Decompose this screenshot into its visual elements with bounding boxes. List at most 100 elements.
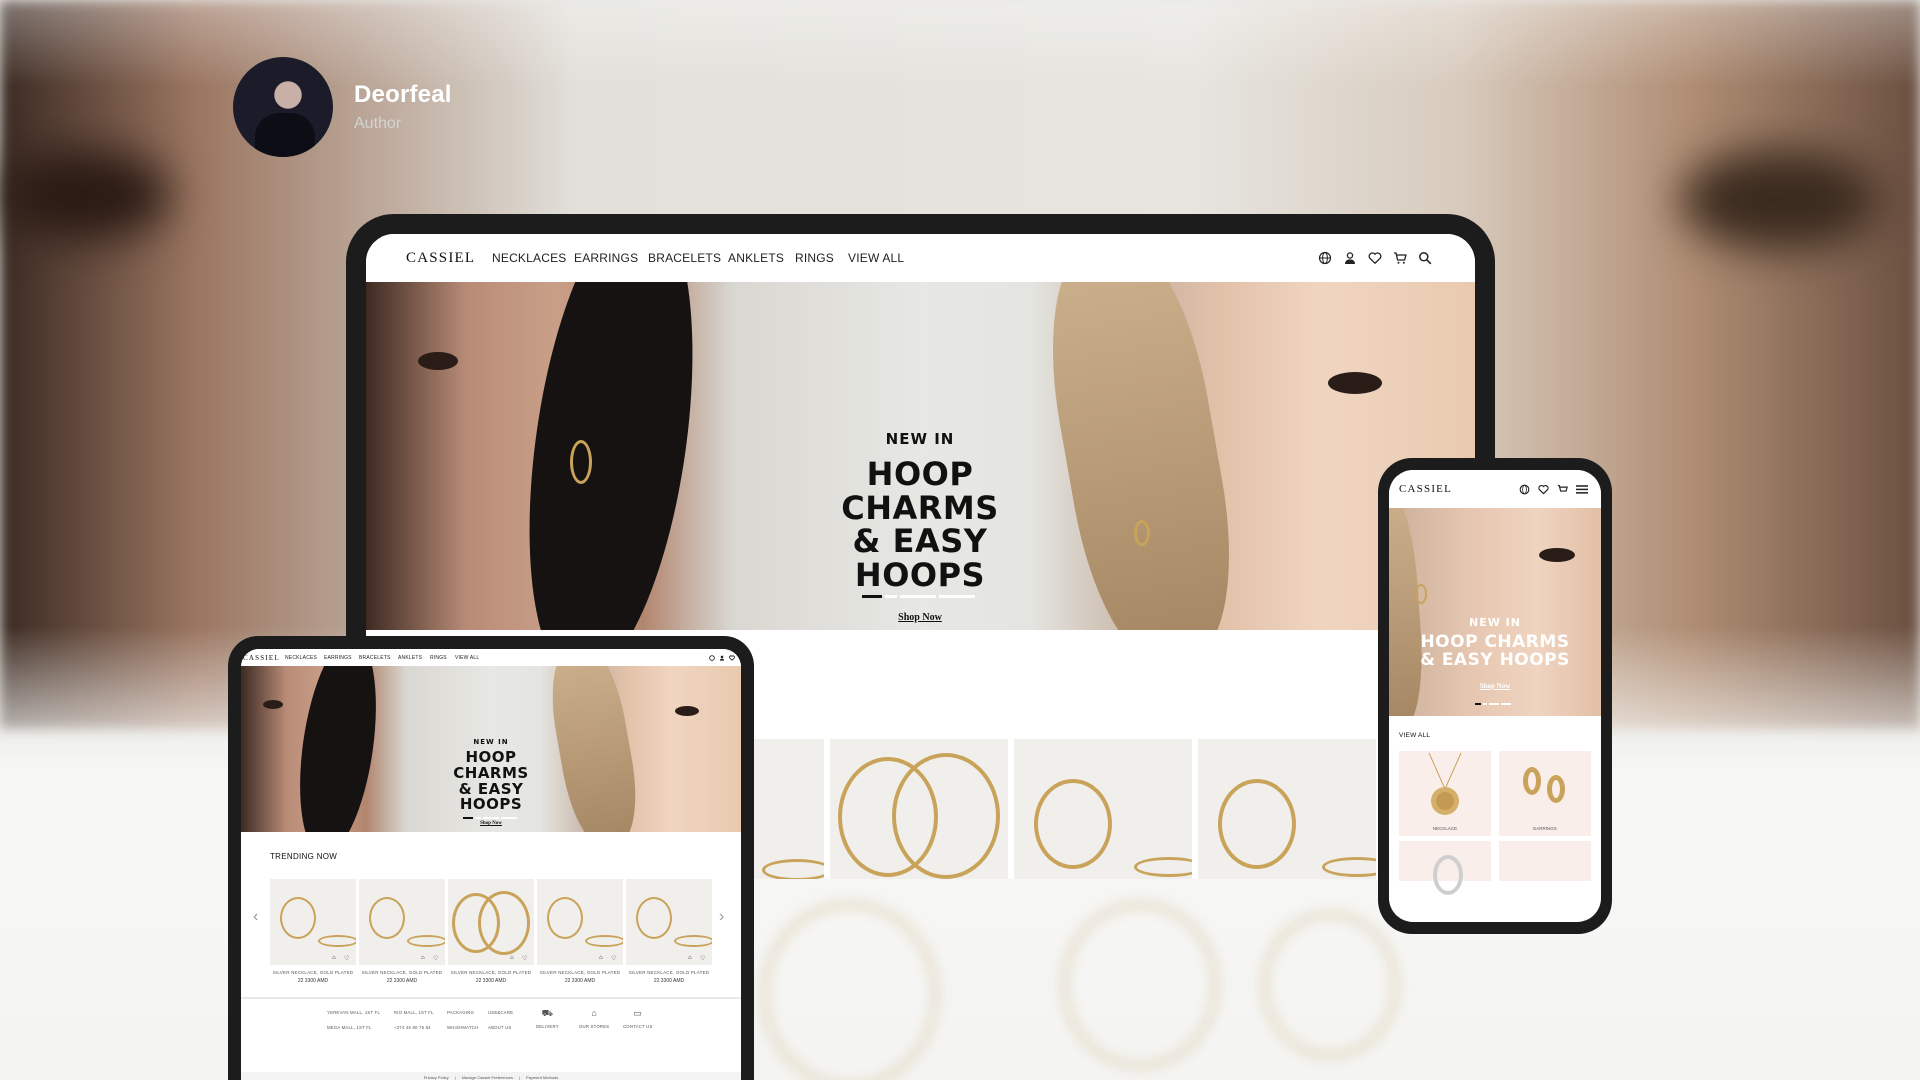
globe-icon[interactable] <box>1519 484 1530 495</box>
footer-contact[interactable]: ▭ CONTACT US <box>623 1008 653 1030</box>
slider-dot[interactable] <box>483 817 499 819</box>
heart-icon[interactable] <box>1538 484 1549 495</box>
heart-icon[interactable]: ♡ <box>611 955 616 962</box>
nav-item-necklaces[interactable]: NECKLACES <box>492 251 567 265</box>
hero-shop-now-link[interactable]: Shop Now <box>1415 682 1575 690</box>
nav-item-earrings[interactable]: EARRINGS <box>324 655 352 661</box>
cart-icon[interactable] <box>1393 251 1407 265</box>
footer-our-stores[interactable]: ⌂ OUR STORES <box>579 1009 609 1030</box>
product-card[interactable]: ⌂ ♡ SILVER NECKLACE, GOLD PLATED 22 3300… <box>270 879 356 984</box>
slider-dot[interactable] <box>862 595 882 598</box>
slider-dot[interactable] <box>939 595 975 598</box>
footer-legal-link[interactable]: Payment Methods <box>526 1075 558 1080</box>
search-icon[interactable] <box>1418 251 1432 265</box>
hero-title-line2: & EASY HOOPS <box>852 522 988 594</box>
nav-item-bracelets[interactable]: BRACELETS <box>648 251 721 265</box>
author-badge: Deorfeal Author <box>233 57 452 157</box>
cart-icon[interactable]: ⌂ <box>688 955 692 961</box>
cart-icon[interactable]: ⌂ <box>421 955 425 961</box>
product-card[interactable]: ⌂ ♡ SILVER NECKLACE, GOLD PLATED 22 3300… <box>359 879 445 984</box>
slider-dot[interactable] <box>475 817 481 819</box>
product-card[interactable]: ⌂ ♡ SILVER NECKLACE, GOLD PLATED 22 3300… <box>448 879 534 984</box>
brand-logo[interactable]: CASSIEL <box>1399 483 1452 495</box>
category-tile-necklace[interactable]: NECKLACE <box>1399 751 1491 836</box>
cart-icon[interactable]: ⌂ <box>332 955 336 961</box>
globe-icon[interactable] <box>1318 251 1332 265</box>
hero-banner: NEW IN HOOP CHARMS & EASY HOOPS Shop Now <box>1389 508 1601 716</box>
slider-dot[interactable] <box>1501 703 1511 705</box>
footer-store[interactable]: YEREVAN MALL, 1ST FL <box>327 1010 380 1015</box>
hero-model-hair-right <box>1030 282 1252 630</box>
slider-dot[interactable] <box>501 817 517 819</box>
footer-link[interactable]: PACKAGING <box>447 1010 478 1015</box>
hero-model-eye-right <box>1328 372 1382 394</box>
heart-icon[interactable] <box>729 654 735 661</box>
hero-model-hair-right <box>542 666 646 832</box>
slider-dot[interactable] <box>1483 703 1487 705</box>
view-all-label[interactable]: VIEW ALL <box>1399 732 1430 739</box>
heart-icon[interactable]: ♡ <box>522 955 527 962</box>
slider-dot[interactable] <box>463 817 473 819</box>
product-tile[interactable] <box>1198 739 1376 879</box>
product-card[interactable]: ⌂ ♡ SILVER NECKLACE, GOLD PLATED 22 3300… <box>537 879 623 984</box>
category-tile[interactable] <box>1399 841 1491 895</box>
heart-icon[interactable] <box>1368 251 1382 265</box>
product-name: SILVER NECKLACE, GOLD PLATED <box>272 970 354 975</box>
hero-shop-now-link[interactable]: Shop Now <box>426 821 556 826</box>
background-hoop-blur <box>1260 910 1400 1060</box>
nav-item-bracelets[interactable]: BRACELETS <box>359 655 391 661</box>
nav-item-anklets[interactable]: ANKLETS <box>398 655 422 661</box>
slider-dot[interactable] <box>885 595 897 598</box>
product-tile[interactable] <box>830 739 1008 879</box>
menu-icon[interactable] <box>1576 484 1588 495</box>
nav-item-view-all[interactable]: VIEW ALL <box>848 251 904 265</box>
slider-dot[interactable] <box>900 595 936 598</box>
carousel-next-button[interactable]: › <box>719 908 724 926</box>
nav-item-rings[interactable]: RINGS <box>795 251 834 265</box>
product-tile[interactable] <box>752 739 824 879</box>
footer-delivery[interactable]: ⛟ DELIVERY <box>536 1009 559 1030</box>
hero-text: NEW IN HOOP CHARMS & EASY HOOPS Shop Now <box>1415 616 1575 690</box>
footer-link[interactable]: ABOUT US <box>488 1025 513 1030</box>
footer-link[interactable]: USE&CARE <box>488 1010 513 1015</box>
footer-store[interactable]: RIO MALL, 1ST FL <box>394 1010 434 1015</box>
user-icon[interactable] <box>719 655 725 661</box>
footer-phone[interactable]: +374 45 80 75 84 <box>394 1025 434 1030</box>
heart-icon[interactable]: ♡ <box>433 955 438 962</box>
category-tile-earrings[interactable]: EARRINGS <box>1499 751 1591 836</box>
nav-item-rings[interactable]: RINGS <box>430 655 447 661</box>
footer-legal-link[interactable]: Manage Cassiel Preferences <box>462 1075 513 1080</box>
nav-item-earrings[interactable]: EARRINGS <box>574 251 638 265</box>
product-card[interactable]: ⌂ ♡ SILVER NECKLACE, GOLD PLATED 22 3300… <box>626 879 712 984</box>
hero-title-line1: HOOP CHARMS <box>453 748 529 782</box>
slider-dot[interactable] <box>1489 703 1499 705</box>
nav-item-necklaces[interactable]: NECKLACES <box>285 655 317 661</box>
footer-store[interactable]: MEGA MALL, 1ST FL <box>327 1025 380 1030</box>
cart-icon[interactable] <box>1557 484 1568 495</box>
hero-shop-now-link[interactable]: Shop Now <box>790 612 1050 623</box>
tablet-nav: CASSIEL NECKLACES EARRINGS BRACELETS ANK… <box>241 649 741 666</box>
heart-icon[interactable]: ♡ <box>344 955 349 962</box>
nav-item-anklets[interactable]: ANKLETS <box>728 251 784 265</box>
carousel-prev-button[interactable]: ‹ <box>253 908 258 926</box>
footer-legal-link[interactable]: Privacy Policy <box>424 1075 449 1080</box>
category-tile[interactable] <box>1499 841 1591 881</box>
desktop-product-strip <box>752 739 1376 879</box>
slider-dot[interactable] <box>1475 703 1481 705</box>
cart-icon[interactable]: ⌂ <box>510 955 514 961</box>
heart-icon[interactable]: ♡ <box>700 955 705 962</box>
brand-logo[interactable]: CASSIEL <box>243 654 280 662</box>
chat-icon: ▭ <box>633 1008 643 1018</box>
nav-item-view-all[interactable]: VIEW ALL <box>455 655 479 661</box>
product-name: SILVER NECKLACE, GOLD PLATED <box>450 970 532 975</box>
hero-earring <box>1415 584 1427 604</box>
product-tile[interactable] <box>1014 739 1192 879</box>
cart-icon[interactable]: ⌂ <box>599 955 603 961</box>
footer-link[interactable]: WHISHMATCH <box>447 1025 478 1030</box>
hero-earring <box>570 440 592 484</box>
hero-title-line2: & EASY HOOPS <box>458 779 524 814</box>
hero-title-line2: & EASY HOOPS <box>1420 649 1570 670</box>
brand-logo[interactable]: CASSIEL <box>406 250 475 267</box>
user-icon[interactable] <box>1343 251 1357 265</box>
globe-icon[interactable] <box>709 654 715 661</box>
